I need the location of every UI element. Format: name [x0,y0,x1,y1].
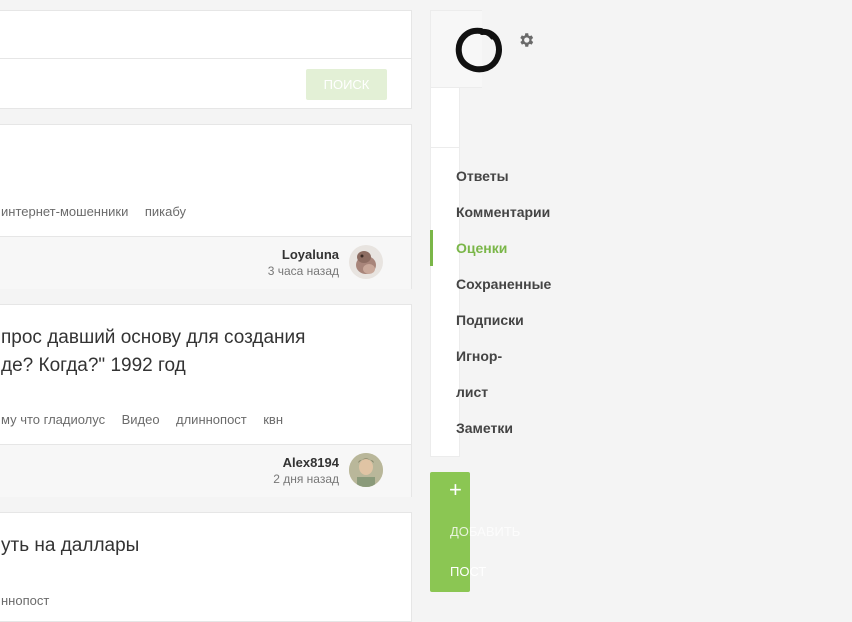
tag-link[interactable]: интернет-мошенники [1,204,128,219]
search-panel: ПОИСК [0,10,412,109]
post-tags: интернет-мошенники пикабу [1,203,198,221]
gear-icon [520,33,534,47]
sidebar-item-comments[interactable]: Комментарии [456,204,550,220]
tag-link[interactable]: длиннопост [176,412,247,427]
avatar[interactable] [349,453,383,487]
sidebar-item-saved[interactable]: Сохраненные [456,276,551,292]
post-title-line[interactable]: де? Когда?" 1992 год [1,352,186,380]
tag-link[interactable]: Видео [122,412,160,427]
plus-icon: + [449,477,462,502]
divider [431,147,459,148]
avatar[interactable] [349,245,383,279]
search-input[interactable] [0,11,411,59]
post-tags: ннопост [1,592,61,610]
post-card: интернет-мошенники пикабу Loyaluna 3 час… [0,124,412,289]
tag-link[interactable]: квн [263,412,283,427]
post-time: 2 дня назад [273,472,339,486]
settings-button[interactable] [517,31,535,49]
post-card: прос давший основу для создания де? Когд… [0,304,412,497]
post-tags: му что гладиолус Видео длиннопост квн [1,411,295,429]
tag-link[interactable]: пикабу [145,204,186,219]
search-button-label: ПОИСК [323,77,370,92]
sidebar-item-answers[interactable]: Ответы [456,168,509,184]
post-time: 3 часа назад [267,264,339,278]
post-author[interactable]: Loyaluna [282,247,339,262]
sidebar-item-notes[interactable]: Заметки [456,420,513,436]
post-author[interactable]: Alex8194 [283,455,339,470]
add-post-label-line2: ПОСТ [450,564,487,579]
sidebar-item-ratings[interactable]: Оценки [456,240,507,256]
tag-link[interactable]: ннопост [1,593,49,608]
sidebar-item-subscriptions[interactable]: Подписки [456,312,524,328]
post-title-line[interactable]: прос давший основу для создания [1,324,305,352]
enso-circle-icon [455,27,502,73]
post-footer: Loyaluna 3 часа назад [0,236,411,289]
post-footer: Alex8194 2 дня назад [0,444,411,497]
search-button[interactable]: ПОИСК [306,69,387,100]
profile-logo[interactable] [455,26,503,74]
sidebar-item-ignore-list-cont[interactable]: лист [456,384,488,400]
post-card: уть на даллары ннопост [0,512,412,622]
active-indicator [430,230,433,266]
add-post-label-line1: ДОБАВИТЬ [450,524,521,539]
sidebar-panel [430,88,460,457]
sidebar-item-ignore-list[interactable]: Игнор- [456,348,502,364]
post-title-line[interactable]: уть на даллары [1,532,139,560]
tag-link[interactable]: му что гладиолус [1,412,105,427]
